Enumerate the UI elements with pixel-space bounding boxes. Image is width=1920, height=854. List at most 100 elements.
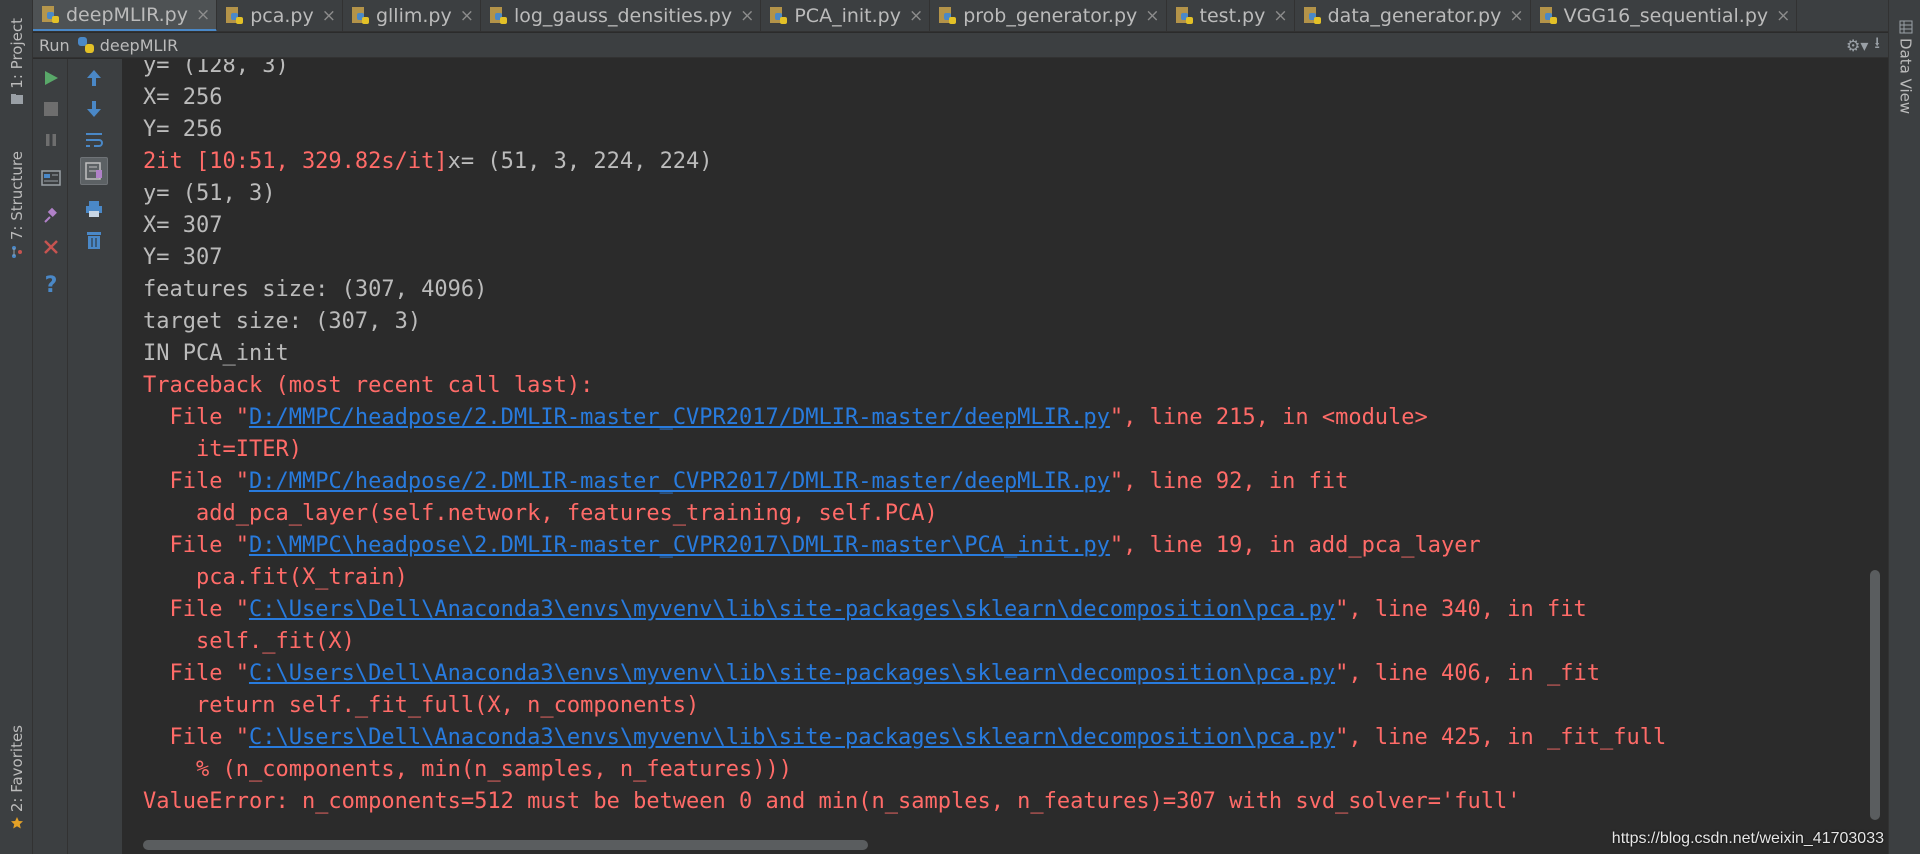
right-tool-strip: Data View xyxy=(1888,0,1920,854)
python-file-icon xyxy=(1539,7,1557,24)
console-line: X= 307 xyxy=(143,213,223,238)
editor-tab[interactable]: VGG16_sequential.py × xyxy=(1531,0,1798,31)
close-icon[interactable]: × xyxy=(1776,6,1790,26)
python-file-icon xyxy=(226,7,244,24)
file-path-link[interactable]: D:\MMPC\headpose\2.DMLIR-master_CVPR2017… xyxy=(249,533,1110,558)
scroll-down-button[interactable] xyxy=(80,95,108,123)
stop-icon xyxy=(44,102,58,116)
tool-tab-favorites[interactable]: 2: Favorites xyxy=(0,715,33,840)
console-line: add_pca_layer(self.network, features_tra… xyxy=(143,501,938,526)
file-path-link[interactable]: C:\Users\Dell\Anaconda3\envs\myvenv\lib\… xyxy=(249,661,1335,686)
pin-tab-button[interactable] xyxy=(37,202,65,230)
layout-icon xyxy=(41,170,61,186)
tool-tab-favorites-label: 2: Favorites xyxy=(7,724,26,813)
file-path-link[interactable]: C:\Users\Dell\Anaconda3\envs\myvenv\lib\… xyxy=(249,597,1335,622)
close-icon[interactable]: × xyxy=(1145,6,1159,26)
console-line: Y= 307 xyxy=(143,245,223,270)
scroll-to-end-button[interactable] xyxy=(80,157,108,185)
tool-tab-project-label: 1: Project xyxy=(7,17,26,89)
console-line: target size: (307, 3) xyxy=(143,309,422,334)
editor-tab[interactable]: pca.py × xyxy=(217,0,343,31)
console-line: 2it [10:51, 329.82s/it]x= (51, 3, 224, 2… xyxy=(143,146,1666,178)
play-icon xyxy=(45,71,58,85)
traceback-prefix: File " xyxy=(143,533,249,558)
editor-tab[interactable]: PCA_init.py × xyxy=(761,0,931,31)
console-line: Y= 256 xyxy=(143,117,223,142)
scroll-end-icon xyxy=(85,162,102,180)
editor-tab[interactable]: data_generator.py × xyxy=(1295,0,1531,31)
python-icon xyxy=(77,37,94,53)
python-file-icon xyxy=(351,7,369,24)
console-line: File "D:/MMPC/headpose/2.DMLIR-master_CV… xyxy=(143,402,1666,434)
console-line: IN PCA_init xyxy=(143,341,289,366)
editor-tab[interactable]: prob_generator.py × xyxy=(930,0,1167,31)
editor-tab[interactable]: deepMLIR.py × xyxy=(33,0,218,31)
close-icon[interactable]: × xyxy=(1509,6,1523,26)
help-button[interactable]: ? xyxy=(37,271,65,299)
trash-icon xyxy=(87,232,101,249)
run-config-name[interactable]: deepMLIR xyxy=(100,36,179,55)
editor-tab[interactable]: log_gauss_densities.py × xyxy=(481,0,762,31)
editor-tab[interactable]: gllim.py × xyxy=(343,0,481,31)
print-button[interactable] xyxy=(80,195,108,223)
scroll-up-button[interactable] xyxy=(80,64,108,92)
close-icon[interactable]: × xyxy=(196,5,210,25)
tool-tab-structure[interactable]: 7: Structure xyxy=(0,145,33,265)
console-line: y= (128, 3) xyxy=(143,59,289,78)
file-path-link[interactable]: D:/MMPC/headpose/2.DMLIR-master_CVPR2017… xyxy=(249,469,1110,494)
console-line: pca.fit(X_train) xyxy=(143,565,408,590)
file-path-link[interactable]: C:\Users\Dell\Anaconda3\envs\myvenv\lib\… xyxy=(249,725,1335,750)
stop-button[interactable] xyxy=(37,95,65,123)
editor-tab-label: pca.py xyxy=(250,5,314,27)
soft-wrap-button[interactable] xyxy=(80,126,108,154)
restore-layout-button[interactable] xyxy=(37,164,65,192)
console-vertical-scrollbar[interactable] xyxy=(1870,570,1880,820)
console-line: Traceback (most recent call last): xyxy=(143,373,594,398)
editor-tab-label: test.py xyxy=(1199,5,1266,27)
console-line: ValueError: n_components=512 must be bet… xyxy=(143,789,1521,814)
console-lines: y= (128, 3) X= 256 Y= 256 2it [10:51, 329.8… xyxy=(143,59,1666,818)
progress-text: 2it [10:51, 329.82s/it] xyxy=(143,149,448,174)
editor-tab[interactable]: test.py × xyxy=(1167,0,1295,31)
console-line: return self._fit_full(X, n_components) xyxy=(143,693,700,718)
watermark: https://blog.csdn.net/weixin_41703033 xyxy=(1611,830,1884,847)
table-icon xyxy=(1899,20,1912,34)
python-file-icon xyxy=(770,7,788,24)
traceback-prefix: File " xyxy=(143,469,249,494)
close-run-button[interactable] xyxy=(37,233,65,261)
console-line: self._fit(X) xyxy=(143,629,355,654)
console-line: File "C:\Users\Dell\Anaconda3\envs\myven… xyxy=(143,722,1666,754)
minimize-icon[interactable]: ⭳ xyxy=(1874,32,1880,59)
pause-icon xyxy=(46,134,56,146)
close-icon[interactable]: × xyxy=(322,6,336,26)
structure-icon xyxy=(11,245,22,258)
traceback-suffix: ", line 215, in <module> xyxy=(1109,405,1428,430)
run-toolbar-primary: ? xyxy=(33,59,68,854)
folder-icon xyxy=(10,94,23,105)
close-icon[interactable]: × xyxy=(909,6,923,26)
pause-button[interactable] xyxy=(37,126,65,154)
clear-all-button[interactable] xyxy=(80,226,108,254)
console-output[interactable]: y= (128, 3) X= 256 Y= 256 2it [10:51, 329.8… xyxy=(123,59,1888,836)
close-icon[interactable]: × xyxy=(460,6,474,26)
pin-icon xyxy=(44,207,57,223)
tool-tab-data-view[interactable]: Data View xyxy=(1889,12,1920,122)
gear-icon[interactable]: ⚙▾ xyxy=(1846,36,1868,55)
help-icon: ? xyxy=(44,272,58,298)
arrow-down-icon xyxy=(87,101,101,117)
wrap-icon xyxy=(86,133,103,147)
file-path-link[interactable]: D:/MMPC/headpose/2.DMLIR-master_CVPR2017… xyxy=(249,405,1110,430)
console-horizontal-scrollbar[interactable] xyxy=(143,840,868,850)
traceback-suffix: ", line 340, in fit xyxy=(1335,597,1587,622)
traceback-prefix: File " xyxy=(143,405,249,430)
close-icon[interactable]: × xyxy=(1273,6,1287,26)
traceback-suffix: ", line 19, in add_pca_layer xyxy=(1109,533,1481,558)
tool-tab-project[interactable]: 1: Project xyxy=(0,12,33,112)
traceback-prefix: File " xyxy=(143,725,249,750)
rerun-button[interactable] xyxy=(37,64,65,92)
run-toolbar-secondary xyxy=(68,59,123,854)
python-file-icon xyxy=(1303,7,1321,24)
editor-tab-label: PCA_init.py xyxy=(794,5,901,27)
close-icon[interactable]: × xyxy=(740,6,754,26)
tool-tab-structure-label: 7: Structure xyxy=(7,151,26,241)
